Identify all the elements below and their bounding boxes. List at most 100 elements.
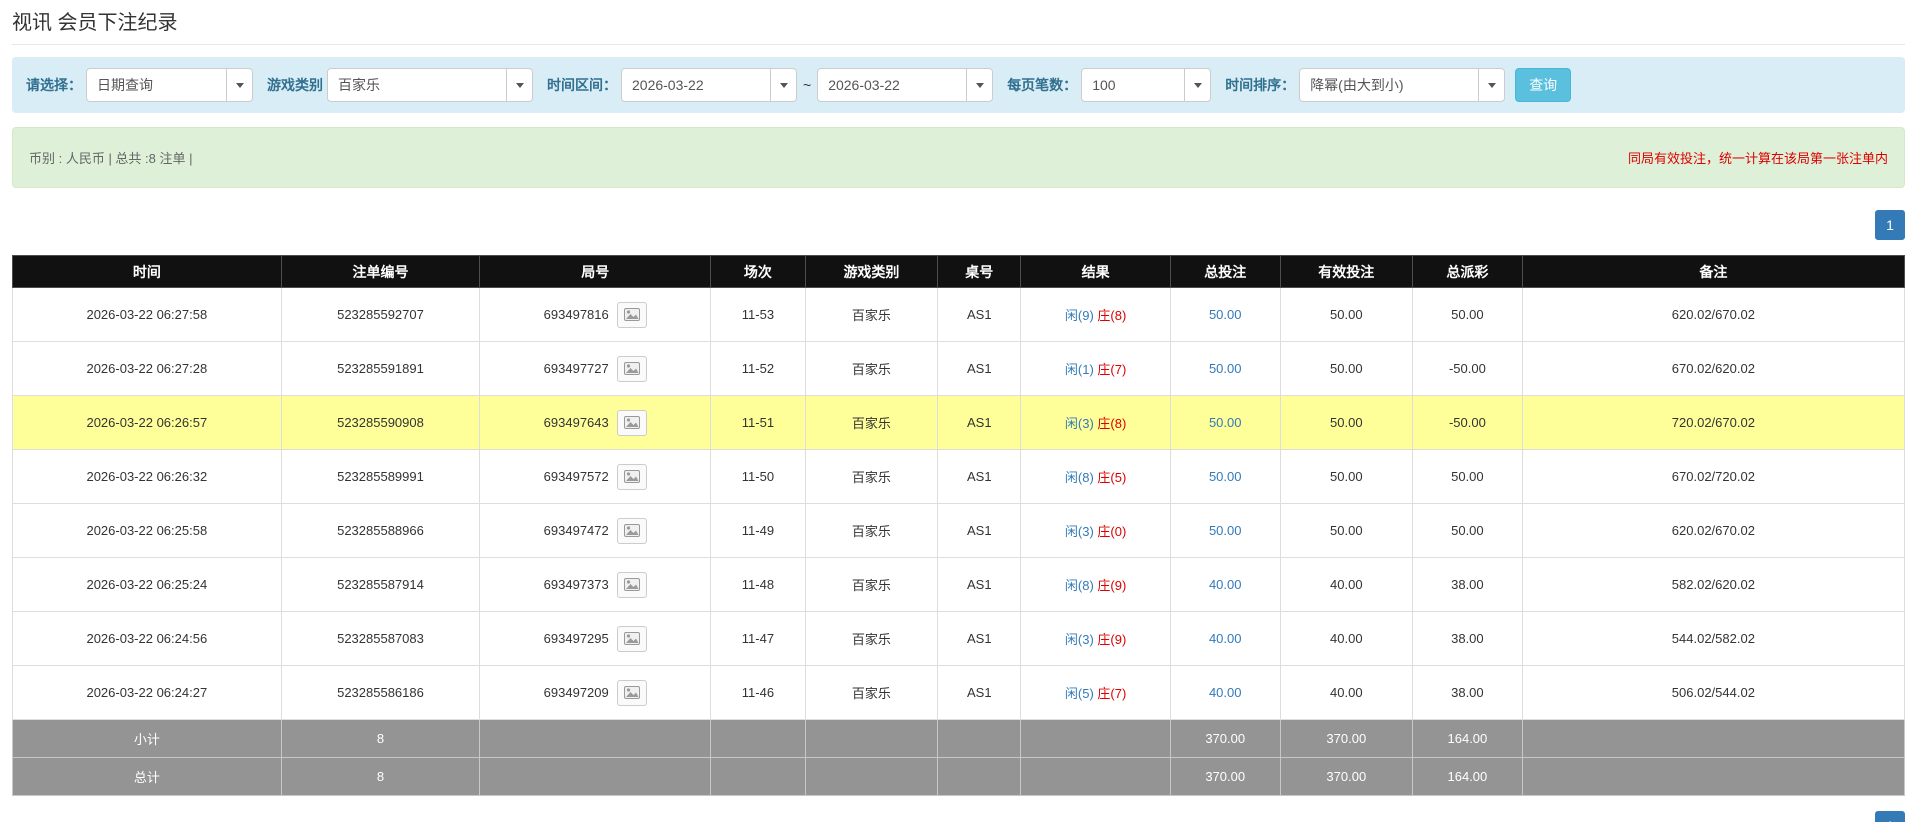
date-to-input[interactable] [817, 68, 967, 102]
table-row: 2026-03-22 06:27:58523285592707693497816… [13, 288, 1905, 342]
cell-total-bet: 40.00 [1170, 612, 1280, 666]
sort-dropdown-button[interactable] [1478, 68, 1505, 102]
cell-session: 11-53 [711, 288, 806, 342]
cell-total-bet: 50.00 [1170, 288, 1280, 342]
summary-total-bet: 370.00 [1170, 720, 1280, 758]
column-header: 备注 [1522, 256, 1904, 288]
cell-remark: 620.02/670.02 [1522, 288, 1904, 342]
cell-valid-bet: 50.00 [1280, 342, 1412, 396]
page: 视讯 会员下注纪录 请选择： 游戏类别 时间区间： ~ 每页笔数： 时间排序： [0, 0, 1919, 822]
cell-payout: 50.00 [1413, 288, 1523, 342]
cell-total-bet: 50.00 [1170, 504, 1280, 558]
cell-remark: 506.02/544.02 [1522, 666, 1904, 720]
page-button-1[interactable]: 1 [1875, 210, 1905, 240]
cell-bet-id: 523285590908 [281, 396, 480, 450]
cell-total-bet: 50.00 [1170, 396, 1280, 450]
round-image-button[interactable] [617, 302, 647, 328]
result-banker: 庄(9) [1097, 632, 1126, 647]
result-banker: 庄(8) [1097, 308, 1126, 323]
cell-table-no: AS1 [938, 342, 1021, 396]
total-bet-link[interactable]: 50.00 [1209, 361, 1242, 376]
cell-result: 闲(5) 庄(7) [1021, 666, 1170, 720]
summary-count: 8 [281, 758, 480, 796]
game-type-input[interactable] [327, 68, 507, 102]
table-row: 2026-03-22 06:24:56523285587083693497295… [13, 612, 1905, 666]
summary-empty-cell [711, 758, 806, 796]
result-player: 闲(3) [1065, 632, 1094, 647]
table-header-row: 时间注单编号局号场次游戏类别桌号结果总投注有效投注总派彩备注 [13, 256, 1905, 288]
game-type-combo [327, 68, 533, 102]
column-header: 注单编号 [281, 256, 480, 288]
query-type-dropdown-button[interactable] [226, 68, 253, 102]
table-row: 2026-03-22 06:25:58523285588966693497472… [13, 504, 1905, 558]
column-header: 局号 [480, 256, 711, 288]
cell-game-type: 百家乐 [805, 612, 937, 666]
sort-input[interactable] [1299, 68, 1479, 102]
round-image-button[interactable] [617, 410, 647, 436]
total-bet-link[interactable]: 50.00 [1209, 469, 1242, 484]
total-bet-link[interactable]: 50.00 [1209, 523, 1242, 538]
cell-round: 693497816 [480, 288, 711, 342]
image-icon [624, 524, 640, 537]
round-image-button[interactable] [617, 626, 647, 652]
image-icon [624, 470, 640, 483]
round-image-button[interactable] [617, 464, 647, 490]
table-body: 2026-03-22 06:27:58523285592707693497816… [13, 288, 1905, 720]
cell-table-no: AS1 [938, 666, 1021, 720]
cell-session: 11-51 [711, 396, 806, 450]
date-from-dropdown-button[interactable] [770, 68, 797, 102]
cell-bet-id: 523285592707 [281, 288, 480, 342]
column-header: 时间 [13, 256, 282, 288]
cell-round: 693497572 [480, 450, 711, 504]
sort-label: 时间排序： [1225, 75, 1295, 95]
cell-valid-bet: 50.00 [1280, 396, 1412, 450]
summary-bar: 币别 : 人民币 | 总共 :8 注单 | 同局有效投注，统一计算在该局第一张注… [12, 127, 1905, 188]
total-bet-link[interactable]: 50.00 [1209, 415, 1242, 430]
total-bet-link[interactable]: 40.00 [1209, 631, 1242, 646]
cell-time: 2026-03-22 06:25:58 [13, 504, 282, 558]
cell-payout: -50.00 [1413, 342, 1523, 396]
filter-bar: 请选择： 游戏类别 时间区间： ~ 每页笔数： 时间排序： [12, 57, 1905, 113]
result-banker: 庄(9) [1097, 578, 1126, 593]
summary-payout: 164.00 [1413, 758, 1523, 796]
query-type-input[interactable] [86, 68, 227, 102]
cell-time: 2026-03-22 06:26:32 [13, 450, 282, 504]
round-image-button[interactable] [617, 680, 647, 706]
summary-row: 小计8370.00370.00164.00 [13, 720, 1905, 758]
cell-payout: 38.00 [1413, 612, 1523, 666]
summary-empty-cell [805, 758, 937, 796]
result-banker: 庄(8) [1097, 416, 1126, 431]
round-image-button[interactable] [617, 572, 647, 598]
result-banker: 庄(7) [1097, 686, 1126, 701]
cell-round: 693497643 [480, 396, 711, 450]
search-button[interactable]: 查询 [1515, 68, 1571, 102]
total-bet-link[interactable]: 50.00 [1209, 307, 1242, 322]
result-player: 闲(1) [1065, 362, 1094, 377]
total-bet-link[interactable]: 40.00 [1209, 685, 1242, 700]
summary-empty-cell [938, 720, 1021, 758]
game-type-dropdown-button[interactable] [506, 68, 533, 102]
page-size-dropdown-button[interactable] [1184, 68, 1211, 102]
round-image-button[interactable] [617, 518, 647, 544]
total-bet-link[interactable]: 40.00 [1209, 577, 1242, 592]
table-row: 2026-03-22 06:26:32523285589991693497572… [13, 450, 1905, 504]
chevron-down-icon [780, 83, 788, 88]
cell-remark: 544.02/582.02 [1522, 612, 1904, 666]
cell-table-no: AS1 [938, 450, 1021, 504]
page-size-label: 每页笔数： [1007, 75, 1077, 95]
round-number: 693497643 [544, 415, 609, 430]
date-to-dropdown-button[interactable] [966, 68, 993, 102]
summary-empty-cell [1021, 720, 1170, 758]
summary-empty-cell [480, 758, 711, 796]
page-size-input[interactable] [1081, 68, 1185, 102]
cell-table-no: AS1 [938, 396, 1021, 450]
cell-result: 闲(3) 庄(8) [1021, 396, 1170, 450]
result-player: 闲(8) [1065, 470, 1094, 485]
cell-time: 2026-03-22 06:24:27 [13, 666, 282, 720]
page-button-1-bottom[interactable]: 1 [1875, 811, 1905, 822]
cell-total-bet: 50.00 [1170, 450, 1280, 504]
date-from-input[interactable] [621, 68, 771, 102]
cell-bet-id: 523285587083 [281, 612, 480, 666]
round-image-button[interactable] [617, 356, 647, 382]
chevron-down-icon [976, 83, 984, 88]
